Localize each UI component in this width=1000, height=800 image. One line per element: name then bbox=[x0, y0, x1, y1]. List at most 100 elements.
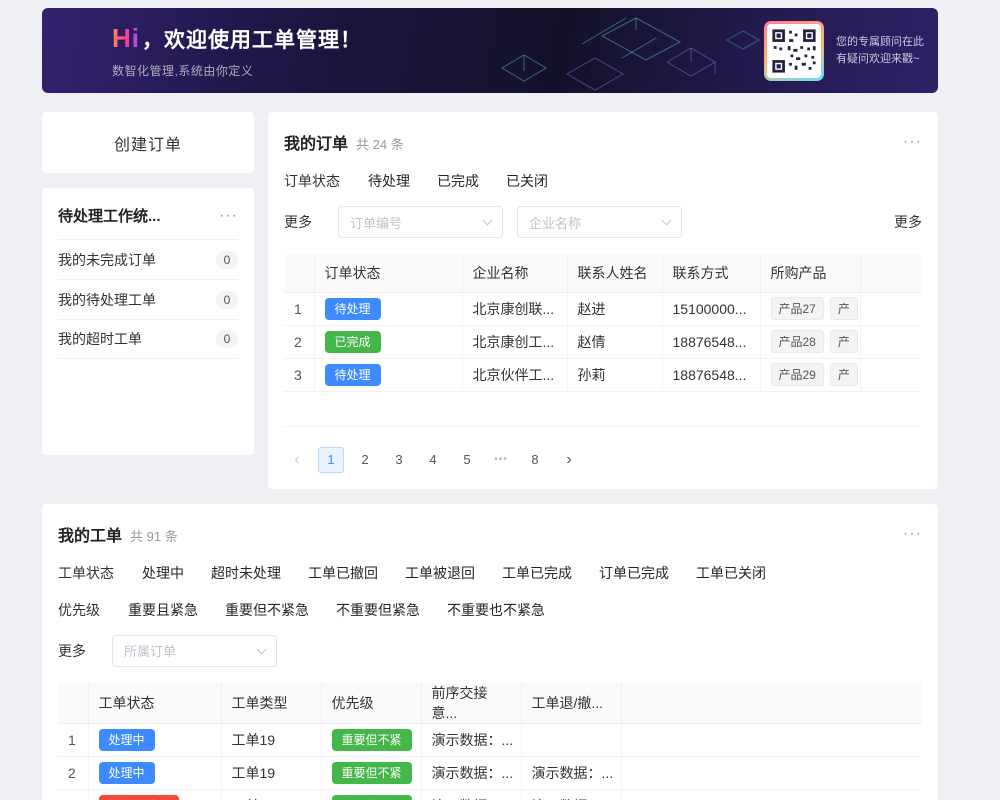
welcome-banner: Hi，欢迎使用工单管理！ 数智化管理,系统由你定义 bbox=[42, 8, 938, 93]
wo-status-option-returned[interactable]: 工单被退回 bbox=[405, 563, 475, 583]
col-header-priority: 优先级 bbox=[321, 683, 421, 724]
company-name-placeholder: 企业名称 bbox=[529, 213, 581, 232]
stat-count-badge: 0 bbox=[216, 291, 238, 309]
orders-panel-title: 我的订单 bbox=[284, 130, 348, 154]
product-tag: 产品28 bbox=[771, 330, 824, 353]
wo-type-cell: 工单19 bbox=[221, 723, 321, 756]
pagination-prev-icon[interactable]: ‹ bbox=[284, 447, 310, 473]
order-status-option-done[interactable]: 已完成 bbox=[437, 171, 479, 191]
priority-option-not-important-not-urgent[interactable]: 不重要也不紧急 bbox=[447, 600, 545, 620]
workorders-more-label[interactable]: 更多 bbox=[58, 641, 86, 661]
stat-label: 我的未完成订单 bbox=[58, 250, 156, 270]
qr-code-image bbox=[767, 24, 821, 78]
col-header-wo-status: 工单状态 bbox=[88, 683, 221, 724]
qr-note: 您的专属顾问在此 有疑问欢迎来戳~ bbox=[836, 34, 924, 68]
wo-status-option-withdrawn[interactable]: 工单已撤回 bbox=[308, 563, 378, 583]
phone-cell: 15100000... bbox=[662, 292, 760, 325]
return-note-cell bbox=[521, 723, 621, 756]
row-index: 3 bbox=[284, 358, 314, 391]
pagination-page-8[interactable]: 8 bbox=[522, 447, 548, 473]
priority-option-important-not-urgent[interactable]: 重要但不紧急 bbox=[225, 600, 309, 620]
col-header-pre-note: 前序交接意... bbox=[421, 683, 521, 724]
product-tag: 产品27 bbox=[771, 297, 824, 320]
pagination-page-5[interactable]: 5 bbox=[454, 447, 480, 473]
orders-more-link[interactable]: 更多 bbox=[894, 212, 922, 232]
chevron-down-icon bbox=[483, 216, 493, 226]
banner-consultant-block: 您的专属顾问在此 有疑问欢迎来戳~ bbox=[764, 8, 924, 93]
col-header-order-status: 订单状态 bbox=[314, 254, 462, 292]
company-cell: 北京康创联... bbox=[462, 292, 567, 325]
qr-note-line2: 有疑问欢迎来戳~ bbox=[836, 51, 924, 68]
extra-cell bbox=[621, 723, 922, 756]
table-row: 1 待处理 北京康创联... 赵进 15100000... 产品27产 bbox=[284, 292, 922, 325]
workorder-status-filter-row: 工单状态 处理中 超时未处理 工单已撤回 工单被退回 工单已完成 订单已完成 工… bbox=[58, 563, 922, 583]
extra-cell bbox=[621, 756, 922, 789]
stat-item-overtime-workorders[interactable]: 我的超时工单 0 bbox=[58, 319, 238, 359]
product-tag: 产 bbox=[830, 363, 858, 386]
create-order-button[interactable]: 创建订单 bbox=[42, 112, 254, 173]
priority-badge: 重要但不紧 bbox=[332, 795, 412, 800]
order-status-option-closed[interactable]: 已关闭 bbox=[506, 171, 548, 191]
row-index: 3 bbox=[58, 789, 88, 800]
workorders-table-header-row: 工单状态 工单类型 优先级 前序交接意... 工单退/撤... bbox=[58, 683, 922, 724]
pagination-page-4[interactable]: 4 bbox=[420, 447, 446, 473]
pagination-page-1[interactable]: 1 bbox=[318, 447, 344, 473]
order-number-select[interactable]: 订单编号 bbox=[338, 206, 503, 238]
stat-label: 我的待处理工单 bbox=[58, 290, 156, 310]
row-index: 2 bbox=[58, 756, 88, 789]
company-name-select[interactable]: 企业名称 bbox=[517, 206, 682, 238]
pagination-page-3[interactable]: 3 bbox=[386, 447, 412, 473]
page: Hi，欢迎使用工单管理！ 数智化管理,系统由你定义 bbox=[42, 8, 938, 800]
orders-more-menu-icon[interactable]: ··· bbox=[903, 134, 922, 150]
products-cell: 产品28 产 bbox=[760, 325, 860, 358]
wo-status-option-order-done[interactable]: 订单已完成 bbox=[599, 563, 669, 583]
priority-filter-row: 优先级 重要且紧急 重要但不紧急 不重要但紧急 不重要也不紧急 bbox=[58, 600, 922, 620]
order-status-option-pending[interactable]: 待处理 bbox=[368, 171, 410, 191]
wo-status-option-overtime[interactable]: 超时未处理 bbox=[211, 563, 281, 583]
create-order-label: 创建订单 bbox=[114, 131, 182, 155]
qr-code[interactable] bbox=[764, 21, 824, 81]
wo-status-option-processing[interactable]: 处理中 bbox=[142, 563, 184, 583]
status-badge: 处理中 bbox=[99, 729, 155, 751]
table-row: 3 超时未处理 工单9 重要但不紧 演示数据：... 演示数据：... bbox=[58, 789, 922, 800]
status-badge: 超时未处理 bbox=[99, 795, 179, 800]
stats-more-menu-icon[interactable]: ··· bbox=[219, 208, 238, 224]
product-tag: 产 bbox=[830, 330, 858, 353]
pagination-ellipsis-icon[interactable]: ••• bbox=[488, 447, 514, 473]
stat-count-badge: 0 bbox=[216, 330, 238, 348]
row-index: 2 bbox=[284, 325, 314, 358]
workorders-more-menu-icon[interactable]: ··· bbox=[903, 526, 922, 542]
pending-work-stats-card: 待处理工作统... ··· 我的未完成订单 0 我的待处理工单 0 我的超时工单… bbox=[42, 188, 254, 455]
table-empty-strip bbox=[284, 392, 922, 427]
col-header-return-note: 工单退/撤... bbox=[521, 683, 621, 724]
pagination-next-icon[interactable]: › bbox=[556, 447, 582, 473]
orders-pagination: ‹ 1 2 3 4 5 ••• 8 › bbox=[284, 447, 922, 473]
contact-cell: 孙莉 bbox=[567, 358, 662, 391]
orders-more-label[interactable]: 更多 bbox=[284, 212, 312, 232]
extra-cell bbox=[621, 789, 922, 800]
pagination-page-2[interactable]: 2 bbox=[352, 447, 378, 473]
products-cell: 产品29产 bbox=[760, 358, 860, 391]
orders-more-filter-row: 更多 订单编号 企业名称 更多 bbox=[284, 206, 922, 238]
parent-order-select[interactable]: 所属订单 bbox=[112, 635, 277, 667]
stat-item-unfinished-orders[interactable]: 我的未完成订单 0 bbox=[58, 239, 238, 279]
wo-status-option-closed[interactable]: 工单已关闭 bbox=[696, 563, 766, 583]
extra-cell bbox=[860, 292, 922, 325]
stat-item-pending-workorders[interactable]: 我的待处理工单 0 bbox=[58, 279, 238, 319]
qr-note-line1: 您的专属顾问在此 bbox=[836, 34, 924, 51]
priority-option-not-important-urgent[interactable]: 不重要但紧急 bbox=[336, 600, 420, 620]
phone-cell: 18876548... bbox=[662, 358, 760, 391]
wo-status-option-wo-done[interactable]: 工单已完成 bbox=[502, 563, 572, 583]
col-header-phone: 联系方式 bbox=[662, 254, 760, 292]
banner-subtitle: 数智化管理,系统由你定义 bbox=[112, 62, 362, 79]
priority-option-important-urgent[interactable]: 重要且紧急 bbox=[128, 600, 198, 620]
priority-filter-label: 优先级 bbox=[58, 600, 100, 620]
company-cell: 北京康创工... bbox=[462, 325, 567, 358]
status-badge: 已完成 bbox=[325, 331, 381, 353]
banner-title: Hi，欢迎使用工单管理！ bbox=[112, 23, 362, 54]
col-header-contact: 联系人姓名 bbox=[567, 254, 662, 292]
orders-table-header-row: 订单状态 企业名称 联系人姓名 联系方式 所购产品 bbox=[284, 254, 922, 292]
pre-note-cell: 演示数据：... bbox=[421, 789, 521, 800]
orders-table: 订单状态 企业名称 联系人姓名 联系方式 所购产品 1 待处理 北京康创联.. bbox=[284, 254, 922, 392]
my-orders-panel: 我的订单 共 24 条 ··· 订单状态 待处理 已完成 已关闭 更多 订单编号 bbox=[268, 112, 938, 489]
